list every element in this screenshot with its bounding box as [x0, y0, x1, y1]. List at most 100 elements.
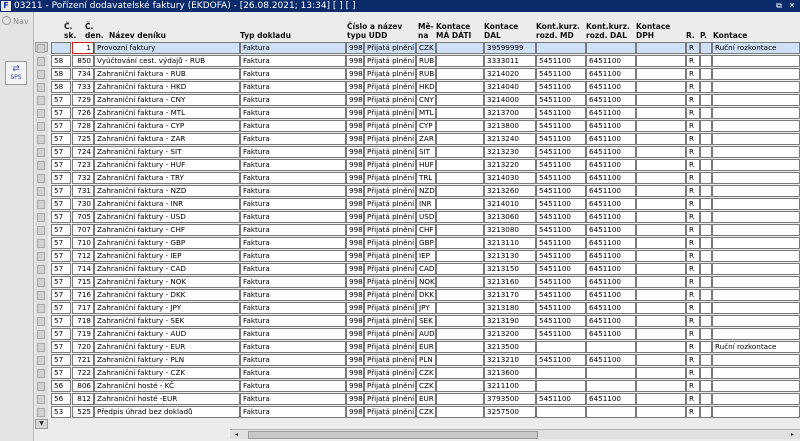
cell-nazev[interactable]: Zahraniční faktury - GBP — [94, 237, 240, 249]
cell-p[interactable] — [700, 146, 712, 158]
cell-mena[interactable]: CNY — [416, 94, 436, 106]
cell-ma-dati[interactable] — [436, 224, 484, 236]
cell-udd[interactable]: Přijatá plnění z — [364, 224, 416, 236]
cell-kontace[interactable] — [712, 263, 800, 275]
cell-kontace[interactable] — [712, 224, 800, 236]
row-selector[interactable] — [37, 161, 45, 170]
cell-kontace[interactable] — [712, 81, 800, 93]
cell-r[interactable]: R — [686, 341, 700, 353]
cell-mena[interactable]: RUB — [416, 68, 436, 80]
row-selector[interactable] — [37, 213, 45, 222]
cell-mena[interactable]: CZK — [416, 380, 436, 392]
cell-p[interactable] — [700, 94, 712, 106]
cell-kurz-md[interactable]: 5451100 — [536, 302, 586, 314]
cell-ma-dati[interactable] — [436, 289, 484, 301]
cell-udd[interactable]: Přijatá plnění z — [364, 380, 416, 392]
cell-typ[interactable]: Faktura — [240, 276, 346, 288]
cell-cislo[interactable]: 998 — [346, 42, 364, 54]
cell-ma-dati[interactable] — [436, 185, 484, 197]
cell-dph[interactable] — [636, 315, 686, 327]
table-row[interactable]: 1 Provozní faktury Faktura 998 Přijatá plněn… — [51, 42, 800, 54]
row-selector[interactable] — [37, 174, 45, 183]
cell-mena[interactable]: AUD — [416, 328, 436, 340]
cell-sk[interactable]: 57 — [51, 276, 71, 288]
cell-dal[interactable]: 3213500 — [484, 341, 536, 353]
cell-kurz-md[interactable]: 5451100 — [536, 133, 586, 145]
cell-udd[interactable]: Přijatá plnění z — [364, 250, 416, 262]
cell-udd[interactable]: Přijatá plnění z — [364, 198, 416, 210]
cell-den[interactable]: 717 — [72, 302, 94, 314]
cell-dal[interactable]: 3257500 — [484, 406, 536, 418]
cell-p[interactable] — [700, 55, 712, 67]
cell-den[interactable]: 716 — [72, 289, 94, 301]
cell-dal[interactable]: 39599999 — [484, 42, 536, 54]
cell-kontace[interactable] — [712, 107, 800, 119]
cell-p[interactable] — [700, 120, 712, 132]
cell-kurz-dal[interactable]: 6451100 — [586, 302, 636, 314]
cell-mena[interactable]: IEP — [416, 250, 436, 262]
cell-kurz-dal[interactable]: 6451100 — [586, 211, 636, 223]
cell-cislo[interactable]: 998 — [346, 211, 364, 223]
cell-den[interactable]: 723 — [72, 159, 94, 171]
row-selector[interactable] — [37, 382, 45, 391]
cell-udd[interactable]: Přijatá plnění z — [364, 406, 416, 418]
cell-dph[interactable] — [636, 120, 686, 132]
cell-typ[interactable]: Faktura — [240, 406, 346, 418]
cell-mena[interactable]: CZK — [416, 42, 436, 54]
cell-p[interactable] — [700, 341, 712, 353]
cell-mena[interactable]: CAD — [416, 263, 436, 275]
cell-den[interactable]: 734 — [72, 68, 94, 80]
cell-p[interactable] — [700, 172, 712, 184]
cell-r[interactable]: R — [686, 107, 700, 119]
cell-dph[interactable] — [636, 224, 686, 236]
cell-typ[interactable]: Faktura — [240, 380, 346, 392]
cell-dph[interactable] — [636, 237, 686, 249]
cell-nazev[interactable]: Zahraniční hosté -EUR — [94, 393, 240, 405]
cell-cislo[interactable]: 998 — [346, 315, 364, 327]
cell-kontace[interactable] — [712, 185, 800, 197]
cell-kontace[interactable] — [712, 354, 800, 366]
cell-udd[interactable]: Přijatá plnění z — [364, 172, 416, 184]
cell-p[interactable] — [700, 159, 712, 171]
cell-cislo[interactable]: 998 — [346, 159, 364, 171]
cell-dal[interactable]: 3214000 — [484, 94, 536, 106]
cell-sk[interactable]: 53 — [51, 406, 71, 418]
cell-sk[interactable]: 58 — [51, 55, 71, 67]
cell-dal[interactable]: 3213160 — [484, 276, 536, 288]
cell-ma-dati[interactable] — [436, 341, 484, 353]
cell-dph[interactable] — [636, 172, 686, 184]
table-row[interactable]: 58 733 Zahraniční faktura - HKD Faktura 998 P… — [51, 81, 800, 93]
cell-cislo[interactable]: 998 — [346, 107, 364, 119]
cell-sk[interactable]: 57 — [51, 146, 71, 158]
cell-kontace[interactable]: Ruční rozkontace — [712, 341, 800, 353]
cell-p[interactable] — [700, 81, 712, 93]
cell-cislo[interactable]: 998 — [346, 68, 364, 80]
cell-kurz-md[interactable]: 5451100 — [536, 393, 586, 405]
row-selector[interactable] — [37, 395, 45, 404]
cell-r[interactable]: R — [686, 367, 700, 379]
cell-cislo[interactable]: 998 — [346, 237, 364, 249]
row-selector[interactable] — [37, 408, 45, 417]
cell-p[interactable] — [700, 250, 712, 262]
cell-dph[interactable] — [636, 302, 686, 314]
cell-kontace[interactable] — [712, 406, 800, 418]
cell-udd[interactable]: Přijatá plnění z — [364, 328, 416, 340]
cell-kurz-md[interactable] — [536, 380, 586, 392]
cell-kurz-dal[interactable]: 6451100 — [586, 224, 636, 236]
cell-dal[interactable]: 3213210 — [484, 354, 536, 366]
cell-kontace[interactable] — [712, 302, 800, 314]
cell-dal[interactable]: 3333011 — [484, 55, 536, 67]
table-row[interactable]: 57 722 Zahraniční faktury - CZK Faktura 998 P… — [51, 367, 800, 379]
close-icon[interactable]: ✕ — [787, 1, 797, 11]
cell-sk[interactable]: 58 — [51, 81, 71, 93]
cell-typ[interactable]: Faktura — [240, 393, 346, 405]
cell-den[interactable]: 712 — [72, 250, 94, 262]
cell-den[interactable]: 720 — [72, 341, 94, 353]
cell-ma-dati[interactable] — [436, 146, 484, 158]
cell-dal[interactable]: 3213130 — [484, 250, 536, 262]
cell-r[interactable]: R — [686, 224, 700, 236]
cell-typ[interactable]: Faktura — [240, 172, 346, 184]
cell-kontace[interactable] — [712, 146, 800, 158]
table-row[interactable]: 57 728 Zahraniční faktura - CYP Faktura 998 P… — [51, 120, 800, 132]
cell-r[interactable]: R — [686, 120, 700, 132]
